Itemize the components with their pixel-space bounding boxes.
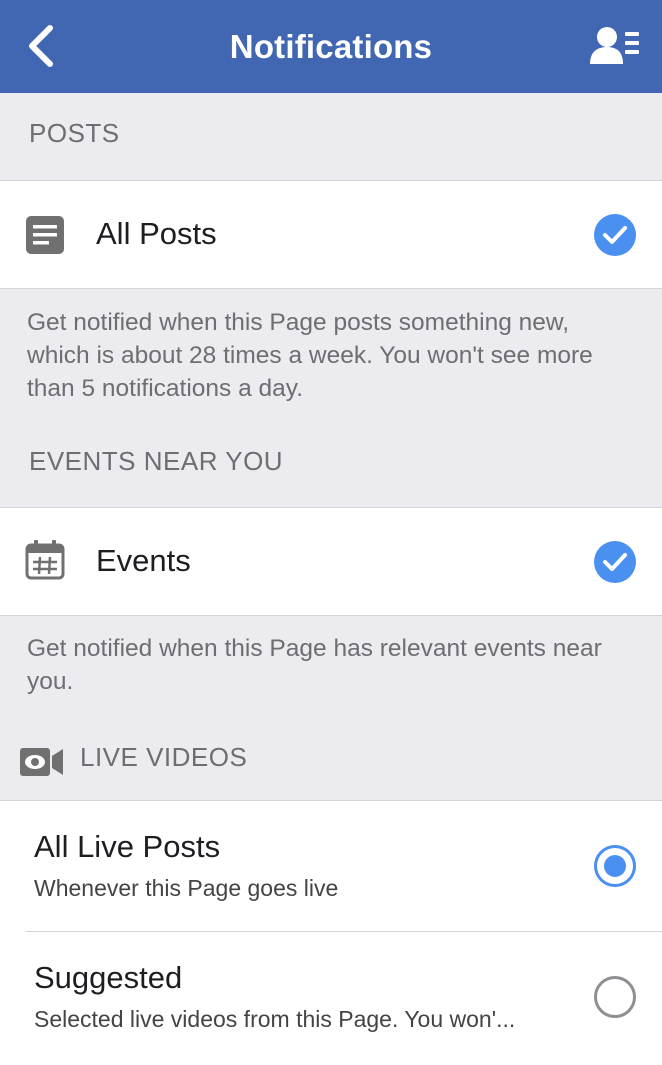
back-button[interactable] [22,24,62,68]
all-live-posts-subtitle: Whenever this Page goes live [34,875,339,901]
section-header-events: EVENTS NEAR YOU [29,446,284,476]
all-live-posts-title: All Live Posts [34,829,221,864]
document-icon [26,216,64,254]
all-posts-checkmark[interactable] [594,214,636,256]
posts-description: Get notified when this Page posts someth… [27,309,593,402]
video-camera-icon [20,748,63,776]
profile-list-icon [590,27,639,64]
checkmark-icon [603,553,627,571]
suggested-radio[interactable] [594,976,636,1018]
all-posts-row[interactable]: All Posts [0,180,662,289]
checkmark-icon [603,226,627,244]
profile-list-button[interactable] [590,24,640,68]
chevron-left-icon [29,25,53,67]
suggested-subtitle: Selected live videos from this Page. You… [34,1006,516,1032]
events-checkmark[interactable] [594,541,636,583]
events-row[interactable]: Events [0,507,662,616]
section-header-posts: POSTS [29,118,120,148]
events-label: Events [96,543,191,578]
calendar-icon [25,540,65,580]
suggested-option[interactable]: Suggested Selected live videos from this… [0,932,662,1062]
all-live-posts-option[interactable]: All Live Posts Whenever this Page goes l… [0,801,662,932]
live-videos-options: All Live Posts Whenever this Page goes l… [0,800,662,1065]
page-title: Notifications [229,27,433,65]
all-posts-label: All Posts [96,216,217,251]
all-live-posts-radio[interactable] [594,845,636,887]
section-header-live-videos: LIVE VIDEOS [80,742,248,772]
suggested-title: Suggested [34,960,183,995]
navigation-bar: Notifications [0,0,662,93]
events-description: Get notified when this Page has relevant… [27,635,602,695]
